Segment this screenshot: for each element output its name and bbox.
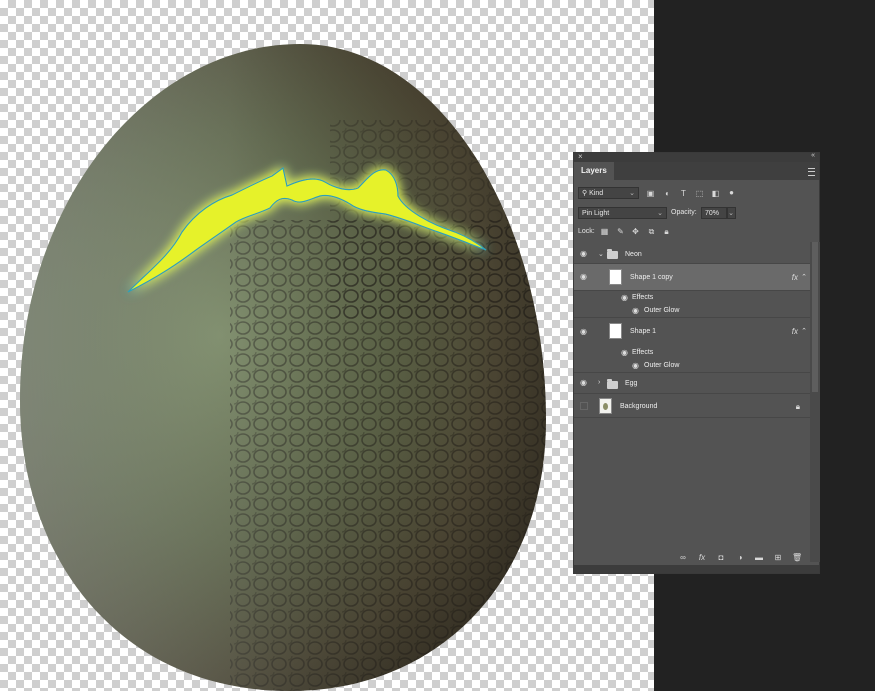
lock-label: Lock:	[578, 228, 595, 235]
panel-bottom-toolbar: ∞ fx ◘ ◑ ▬ ⊞ 🗑︎	[574, 551, 819, 565]
filter-toggle-icon[interactable]: ●	[727, 188, 736, 197]
opacity-value: 70%	[705, 210, 720, 217]
trash-icon[interactable]: 🗑︎	[792, 553, 802, 563]
blend-row: Pin Light ⌄ Opacity: 70% ⌄	[574, 206, 821, 220]
filter-kind-label: Kind	[589, 190, 604, 197]
lock-all-icon[interactable]: 🔒︎	[662, 227, 671, 236]
lock-row: Lock: ▦ ✎ ✥ ⧉ 🔒︎	[574, 225, 821, 239]
layer-row-neon[interactable]: ◉ ⌄ Neon	[574, 244, 810, 264]
chevron-down-icon: ⌄	[657, 210, 663, 217]
opacity-field[interactable]: 70%	[701, 207, 727, 219]
panel-footer	[574, 565, 819, 573]
adjustment-icon[interactable]: ◑	[735, 553, 745, 563]
scrollbar-thumb[interactable]	[812, 242, 818, 392]
opacity-label: Opacity:	[671, 209, 697, 216]
opacity-dropdown-button[interactable]: ⌄	[727, 207, 736, 219]
new-layer-icon[interactable]: ⊞	[773, 553, 783, 563]
close-icon[interactable]: ×	[578, 152, 583, 161]
folder-icon	[607, 379, 618, 389]
effects-row[interactable]: ◉ Effects	[574, 291, 810, 304]
effect-row-outer-glow[interactable]: ◉ Outer Glow	[574, 304, 810, 318]
fx-icon[interactable]: fx	[792, 273, 798, 282]
layer-row-egg[interactable]: ◉ › Egg	[574, 373, 810, 394]
smart-object-filter-icon[interactable]: ◧	[711, 189, 720, 198]
blend-mode-value: Pin Light	[582, 210, 610, 217]
shape-thumbnail	[609, 269, 622, 285]
layer-name: Egg	[625, 380, 638, 387]
layers-panel: × « Layers ⚲ Kind ⌄ ▣ ◐ T ⬚ ◧ ● Pin Ligh…	[573, 152, 820, 574]
folder-icon	[607, 249, 618, 259]
effects-row[interactable]: ◉ Effects	[574, 346, 810, 359]
visibility-toggle-off[interactable]	[580, 402, 588, 410]
lock-icon: 🔒︎	[795, 402, 800, 411]
layer-row-shape-1-copy[interactable]: ◉ Shape 1 copy fx ⌃	[574, 264, 810, 291]
type-filter-icon[interactable]: T	[679, 189, 688, 198]
expand-chevron-icon[interactable]: ⌄	[598, 250, 604, 258]
layer-name: Neon	[625, 251, 642, 258]
filter-kind-dropdown[interactable]: ⚲ Kind ⌄	[578, 187, 639, 199]
egg-artwork	[20, 44, 546, 691]
layer-name: Background	[620, 403, 658, 410]
effect-row-outer-glow[interactable]: ◉ Outer Glow	[574, 359, 810, 373]
filter-row: ⚲ Kind ⌄ ▣ ◐ T ⬚ ◧ ●	[574, 186, 821, 201]
adjustment-filter-icon[interactable]: ◐	[663, 189, 672, 198]
visibility-eye-icon[interactable]: ◉	[580, 379, 589, 387]
blend-mode-dropdown[interactable]: Pin Light ⌄	[578, 207, 667, 219]
panel-menu-icon[interactable]	[808, 168, 815, 176]
chevron-down-icon: ⌄	[728, 210, 734, 217]
chevron-down-icon: ⌄	[629, 190, 635, 197]
lock-position-icon[interactable]: ✥	[631, 227, 640, 236]
shape-filter-icon[interactable]: ⬚	[695, 189, 704, 198]
visibility-eye-icon[interactable]: ◉	[632, 307, 641, 315]
effect-name: Outer Glow	[644, 362, 680, 369]
visibility-eye-icon[interactable]: ◉	[621, 349, 630, 357]
effects-label: Effects	[632, 294, 654, 301]
lock-artboard-icon[interactable]: ⧉	[647, 227, 656, 236]
shape-thumbnail	[609, 323, 622, 339]
visibility-eye-icon[interactable]: ◉	[621, 294, 630, 302]
visibility-eye-icon[interactable]: ◉	[580, 328, 589, 336]
visibility-eye-icon[interactable]: ◉	[580, 250, 589, 258]
layer-name: Shape 1 copy	[630, 274, 673, 281]
effects-toggle-icon[interactable]: ⌃	[801, 273, 807, 281]
layers-scrollbar[interactable]	[810, 242, 820, 562]
egg-thumbnail-icon	[603, 403, 608, 410]
visibility-eye-icon[interactable]: ◉	[580, 273, 589, 281]
new-group-icon[interactable]: ▬	[754, 553, 764, 563]
fx-icon[interactable]: fx	[792, 327, 798, 336]
pixel-filter-icon[interactable]: ▣	[646, 189, 655, 198]
lock-transparent-icon[interactable]: ▦	[600, 227, 609, 236]
search-icon: ⚲	[582, 190, 588, 197]
panel-tab-row: Layers	[574, 162, 819, 180]
effects-toggle-icon[interactable]: ⌃	[801, 327, 807, 335]
layer-name: Shape 1	[630, 328, 657, 335]
mask-icon[interactable]: ◘	[716, 553, 726, 563]
visibility-eye-icon[interactable]: ◉	[632, 362, 641, 370]
effect-name: Outer Glow	[644, 307, 680, 314]
background-thumbnail	[599, 398, 612, 414]
expand-chevron-icon[interactable]: ›	[598, 379, 600, 386]
lock-image-icon[interactable]: ✎	[616, 227, 625, 236]
layer-row-background[interactable]: Background 🔒︎	[574, 394, 810, 418]
document-canvas[interactable]	[0, 0, 654, 691]
effects-label: Effects	[632, 349, 654, 356]
tab-layers[interactable]: Layers	[574, 162, 614, 180]
collapse-icon[interactable]: «	[811, 152, 815, 159]
panel-titlebar: × «	[574, 152, 819, 162]
fx-icon[interactable]: fx	[697, 553, 707, 563]
link-icon[interactable]: ∞	[678, 553, 688, 563]
layer-row-shape-1[interactable]: ◉ Shape 1 fx ⌃	[574, 318, 810, 346]
